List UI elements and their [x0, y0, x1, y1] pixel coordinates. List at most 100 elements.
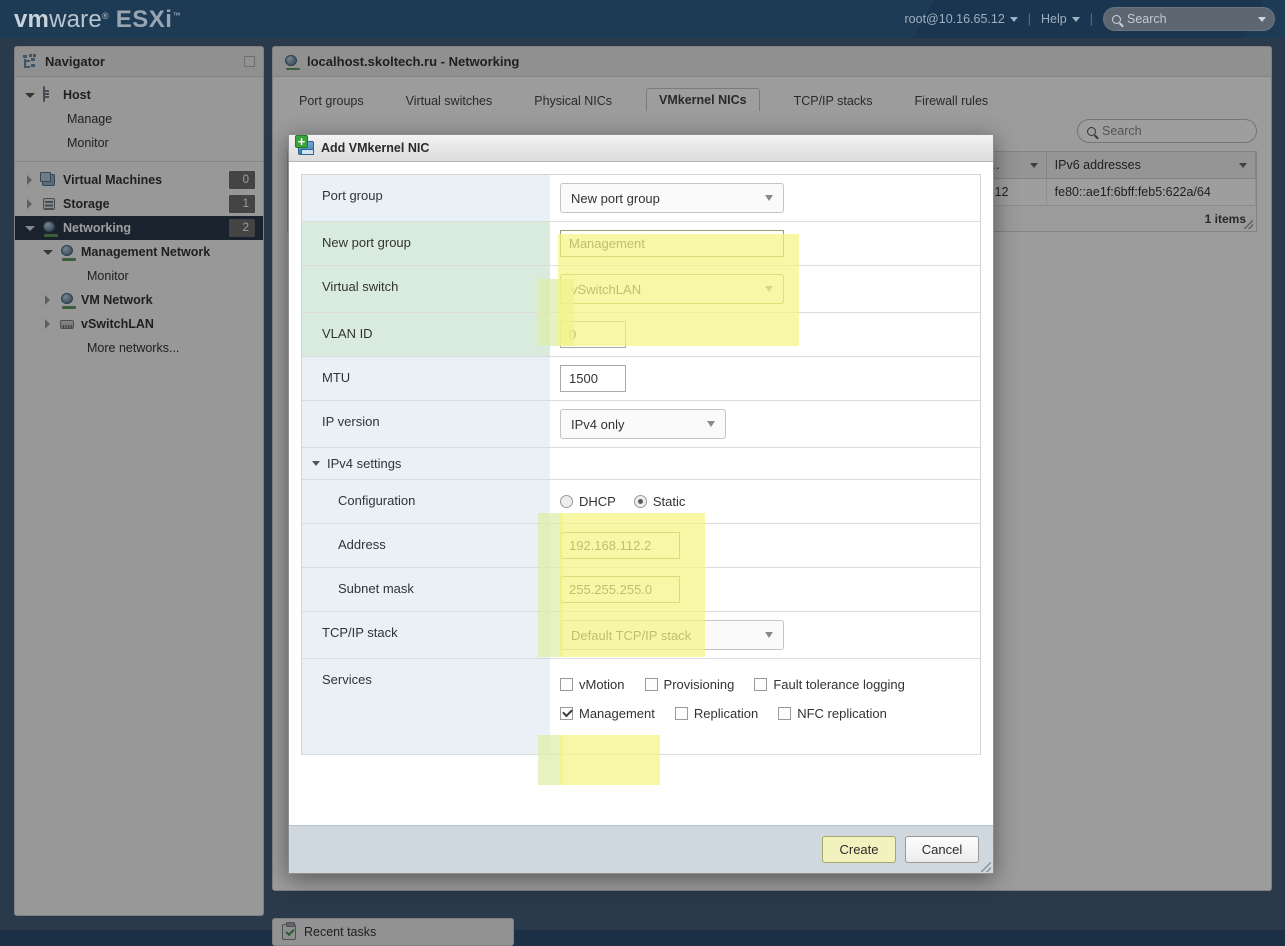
form-row-vlan-id: VLAN ID 0: [302, 313, 980, 357]
app-header: vm ware ® ESXi ™ root@10.16.65.12 | Help | S…: [0, 0, 1285, 38]
dialog-title: Add VMkernel NIC: [321, 141, 430, 155]
configuration-radio-group: DHCP Static: [560, 494, 685, 509]
sidebar-item-label: Networking: [63, 221, 132, 235]
dialog-body: Port group New port group New port group…: [289, 162, 993, 825]
twisty-right-icon[interactable]: [25, 175, 35, 185]
host-icon: [41, 86, 57, 103]
management-checkbox[interactable]: [560, 707, 573, 720]
replication-label: Replication: [693, 706, 759, 721]
mtu-input[interactable]: 1500: [560, 365, 626, 392]
provisioning-checkbox[interactable]: [644, 678, 658, 691]
twisty-right-icon[interactable]: [43, 295, 53, 305]
sidebar-item-label: Host: [63, 88, 91, 102]
dialog-title-bar[interactable]: Add VMkernel NIC: [289, 135, 993, 162]
dialog-resize-grip-icon[interactable]: [981, 862, 991, 872]
services-row-2: Management Replication NFC replication: [560, 706, 905, 721]
network-icon: [283, 54, 300, 70]
table-header-ipv6-addresses[interactable]: IPv6 addresses: [1047, 152, 1256, 178]
ipv4-settings-expander[interactable]: IPv4 settings: [302, 448, 550, 479]
ipv4-settings-spacer: [550, 448, 980, 479]
chevron-down-icon[interactable]: [1258, 16, 1266, 22]
form-row-tcpip-stack: TCP/IP stack Default TCP/IP stack: [302, 612, 980, 659]
vmotion-checkbox[interactable]: [560, 678, 573, 691]
ip-version-label: IP version: [302, 401, 550, 447]
virtual-switch-control: vSwitchLAN: [550, 266, 980, 312]
create-button[interactable]: Create: [822, 836, 896, 863]
tcpip-stack-label: TCP/IP stack: [302, 612, 550, 658]
sidebar-item-monitor[interactable]: Monitor: [15, 131, 263, 155]
tab-physical-nics[interactable]: Physical NICs: [526, 91, 620, 111]
user-menu[interactable]: root@10.16.65.12: [905, 12, 1018, 26]
navigator-divider: [15, 161, 263, 162]
sidebar-item-label: More networks...: [87, 341, 180, 355]
services-checkbox-group: vMotion Provisioning Fault tolerance log…: [560, 673, 905, 725]
subnet-mask-input[interactable]: 255.255.255.0: [560, 576, 680, 603]
logo-vm-text: vm: [14, 6, 50, 33]
tab-virtual-switches[interactable]: Virtual switches: [398, 91, 501, 111]
virtual-switch-select[interactable]: vSwitchLAN: [560, 274, 784, 304]
chevron-down-icon: [1071, 16, 1080, 22]
sidebar-item-label: VM Network: [81, 293, 153, 307]
replication-checkbox[interactable]: [674, 707, 688, 720]
twisty-down-icon[interactable]: [25, 223, 35, 233]
sidebar-item-host[interactable]: Host: [15, 83, 263, 107]
navigator-tree: Host Manage Monitor Virtual Machines 0 S…: [15, 77, 263, 360]
navigator-minimize-button[interactable]: [244, 56, 255, 67]
chevron-down-icon: [1029, 162, 1038, 168]
table-search-input[interactable]: Search: [1077, 119, 1257, 143]
sidebar-item-manage[interactable]: Manage: [15, 107, 263, 131]
sidebar-item-management-network[interactable]: Management Network: [15, 240, 263, 264]
vlan-id-label: VLAN ID: [302, 313, 550, 356]
tab-tcpip-stacks[interactable]: TCP/IP stacks: [786, 91, 881, 111]
dhcp-radio-label: DHCP: [579, 494, 616, 509]
twisty-down-icon[interactable]: [43, 247, 53, 257]
vlan-id-input[interactable]: 0: [560, 321, 626, 348]
add-vmkernel-nic-icon: [295, 135, 314, 155]
nfc-replication-checkbox[interactable]: [778, 707, 792, 720]
fault-tolerance-logging-label: Fault tolerance logging: [773, 677, 905, 692]
provisioning-label: Provisioning: [663, 677, 735, 692]
address-input[interactable]: 192.168.112.2: [560, 532, 680, 559]
sidebar-item-storage[interactable]: Storage 1: [15, 192, 263, 216]
twisty-right-icon[interactable]: [43, 319, 53, 329]
storage-icon: [41, 196, 57, 212]
tcpip-stack-select[interactable]: Default TCP/IP stack: [560, 620, 784, 650]
sidebar-item-more-networks[interactable]: More networks...: [15, 336, 263, 360]
dhcp-radio[interactable]: [560, 495, 573, 508]
address-label: Address: [302, 524, 550, 567]
virtual-machine-icon: [40, 172, 57, 188]
twisty-right-icon[interactable]: [25, 199, 35, 209]
fault-tolerance-logging-checkbox[interactable]: [754, 678, 768, 691]
sidebar-item-vswitchlan[interactable]: vSwitchLAN: [15, 312, 263, 336]
tcpip-stack-selected-value: Default TCP/IP stack: [571, 627, 692, 643]
sidebar-item-label: Management Network: [81, 245, 211, 259]
tab-port-groups[interactable]: Port groups: [291, 91, 372, 111]
tab-vmkernel-nics[interactable]: VMkernel NICs: [646, 88, 760, 111]
user-menu-label: root@10.16.65.12: [904, 12, 1005, 26]
sidebar-item-virtual-machines[interactable]: Virtual Machines 0: [15, 168, 263, 192]
table-search-placeholder: Search: [1102, 124, 1142, 138]
content-header: localhost.skoltech.ru - Networking: [273, 47, 1271, 77]
twisty-down-icon[interactable]: [25, 90, 35, 100]
sidebar-badge-count: 1: [229, 195, 255, 213]
cancel-button[interactable]: Cancel: [905, 836, 979, 863]
help-menu[interactable]: Help: [1041, 12, 1080, 26]
static-radio[interactable]: [633, 495, 647, 508]
network-icon: [41, 220, 58, 237]
resize-grip-icon[interactable]: [1244, 220, 1253, 229]
new-port-group-input[interactable]: Management: [560, 230, 784, 257]
new-port-group-label: New port group: [302, 222, 550, 265]
ip-version-selected-value: IPv4 only: [571, 416, 625, 432]
form-row-port-group: Port group New port group: [302, 175, 980, 222]
recent-tasks-bar[interactable]: Recent tasks: [272, 918, 514, 946]
sidebar-item-label: Storage: [63, 197, 110, 211]
sidebar-item-vm-network[interactable]: VM Network: [15, 288, 263, 312]
ip-version-select[interactable]: IPv4 only: [560, 409, 726, 439]
global-search-input[interactable]: Search: [1103, 7, 1275, 31]
form-row-subnet-mask: Subnet mask 255.255.255.0: [302, 568, 980, 612]
port-group-select[interactable]: New port group: [560, 183, 784, 213]
sidebar-item-management-monitor[interactable]: Monitor: [15, 264, 263, 288]
sidebar-item-networking[interactable]: Networking 2: [15, 216, 263, 240]
configuration-control: DHCP Static: [550, 480, 980, 523]
tab-firewall-rules[interactable]: Firewall rules: [907, 91, 997, 111]
